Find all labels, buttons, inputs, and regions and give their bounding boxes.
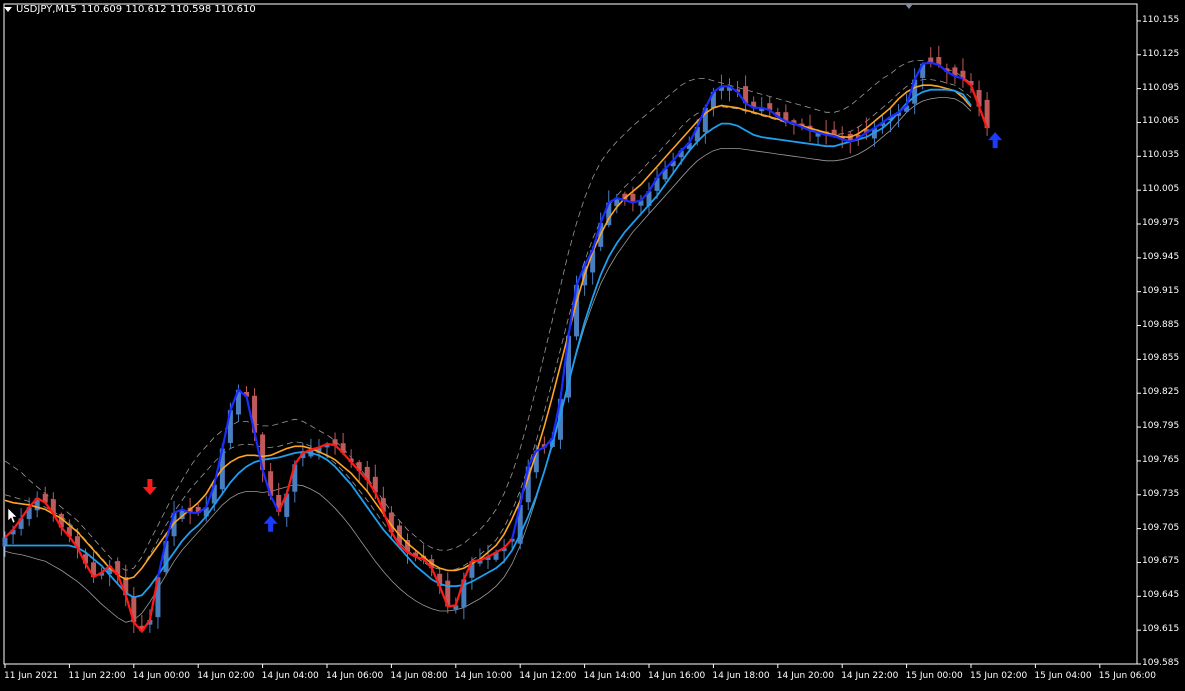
- price-tick-label: 109.855: [1142, 353, 1180, 364]
- time-tick-label: 15 Jun 02:00: [970, 671, 1028, 681]
- candle: [131, 587, 137, 633]
- trend-segment-red: [277, 442, 514, 608]
- sell-arrow-icon: [142, 479, 157, 496]
- time-tick-label: 14 Jun 10:00: [454, 671, 512, 681]
- candle: [767, 96, 773, 118]
- price-tick-label: 110.065: [1142, 116, 1180, 127]
- price-tick-label: 109.975: [1142, 218, 1180, 228]
- time-tick-label: 15 Jun 06:00: [1098, 671, 1156, 681]
- candle: [960, 58, 966, 88]
- price-tick-label: 109.795: [1142, 421, 1180, 432]
- envelope-bands: [4, 60, 972, 623]
- time-tick-label: 11 Jun 22:00: [68, 671, 126, 681]
- chart-title[interactable]: USDJPY,M15 110.609 110.612 110.598 110.6…: [4, 4, 256, 15]
- candle: [984, 91, 990, 136]
- candle: [332, 432, 338, 455]
- price-tick-label: 110.125: [1142, 48, 1180, 59]
- trend-segment-blue: [511, 61, 964, 540]
- time-tick-label: 14 Jun 22:00: [841, 671, 899, 681]
- time-tick-label: 14 Jun 16:00: [648, 671, 706, 681]
- time-tick-label: 14 Jun 00:00: [132, 671, 190, 681]
- time-axis-ticks: [4, 664, 1101, 668]
- ohlc-values: 110.609 110.612 110.598 110.610: [80, 4, 256, 15]
- candle: [195, 504, 201, 516]
- candle: [727, 78, 732, 102]
- candle: [783, 104, 789, 127]
- price-tick-label: 109.735: [1142, 488, 1180, 499]
- time-tick-label: 15 Jun 04:00: [1034, 671, 1092, 681]
- price-tick-label: 110.155: [1142, 14, 1180, 25]
- time-tick-label: 14 Jun 04:00: [261, 671, 319, 681]
- price-tick-label: 110.095: [1142, 82, 1180, 93]
- symbol-timeframe: USDJPY,M15: [16, 4, 77, 15]
- price-tick-label: 109.645: [1142, 590, 1180, 601]
- price-axis-ticks: [1137, 20, 1141, 665]
- time-tick-label: 14 Jun 08:00: [390, 671, 448, 681]
- time-tick-label: 11 Jun 2021: [4, 671, 59, 681]
- candle: [759, 97, 765, 116]
- price-tick-label: 110.035: [1142, 150, 1180, 161]
- price-chart[interactable]: USDJPY,M15 110.609 110.612 110.598 110.6…: [0, 0, 1185, 691]
- buy-arrow-icon: [988, 132, 1003, 149]
- band-lower-line: [4, 97, 972, 623]
- price-tick-label: 109.675: [1142, 556, 1180, 567]
- time-tick-label: 15 Jun 00:00: [905, 671, 963, 681]
- candle: [791, 118, 797, 135]
- time-tick-label: 14 Jun 18:00: [712, 671, 770, 681]
- time-tick-label: 14 Jun 14:00: [583, 671, 641, 681]
- title-dropdown-icon[interactable]: [4, 7, 12, 12]
- candle: [743, 75, 749, 114]
- candle: [364, 460, 370, 492]
- time-tick-label: 14 Jun 20:00: [776, 671, 834, 681]
- price-tick-label: 109.765: [1142, 454, 1180, 465]
- candle: [34, 491, 40, 518]
- time-tick-label: 14 Jun 12:00: [519, 671, 577, 681]
- time-tick-label: 14 Jun 02:00: [197, 671, 255, 681]
- price-tick-label: 109.705: [1142, 522, 1180, 533]
- price-tick-label: 109.915: [1142, 285, 1180, 296]
- time-tick-label: 14 Jun 06:00: [326, 671, 384, 681]
- price-tick-label: 110.005: [1142, 184, 1180, 195]
- ma-orange-line: [4, 84, 972, 581]
- mouse-cursor-icon: [7, 507, 18, 524]
- band-middle-line: [4, 79, 972, 580]
- candle: [26, 497, 32, 527]
- price-tick-label: 109.615: [1142, 624, 1180, 635]
- chart-shift-marker-icon[interactable]: [905, 4, 913, 9]
- price-tick-label: 109.825: [1142, 387, 1180, 398]
- plot-area[interactable]: [0, 0, 1185, 691]
- price-tick-label: 109.945: [1142, 251, 1180, 262]
- price-tick-label: 109.585: [1142, 658, 1180, 668]
- price-tick-label: 109.885: [1142, 319, 1180, 330]
- buy-arrow-icon: [263, 515, 278, 532]
- candle: [928, 47, 934, 68]
